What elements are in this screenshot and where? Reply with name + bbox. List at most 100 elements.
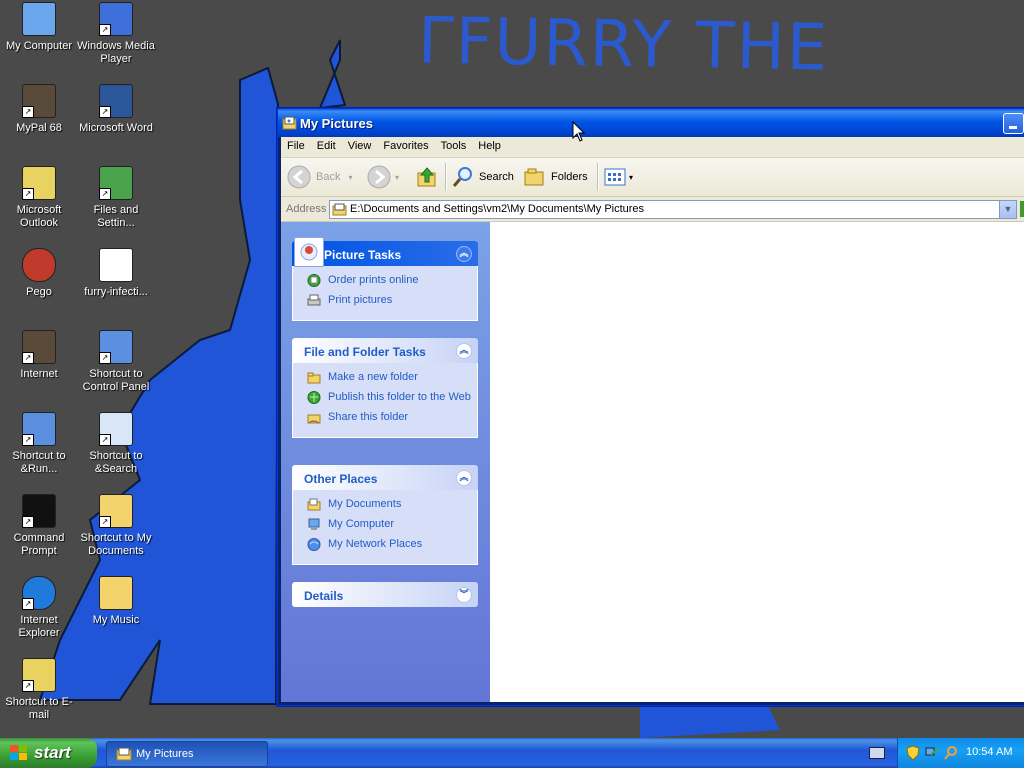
keyboard-layout-icon[interactable] — [869, 747, 885, 759]
desktop-icon-label: Shortcut to &Search — [89, 450, 143, 475]
menu-tools[interactable]: Tools — [435, 138, 473, 154]
views-button[interactable]: ▾ — [603, 164, 633, 190]
shortcut-arrow-icon: ↗ — [22, 680, 34, 692]
go-button[interactable] — [1020, 201, 1024, 217]
desktop-icon[interactable]: My Computer — [0, 2, 78, 53]
my-documents-link[interactable]: My Documents — [293, 498, 477, 511]
desktop-icon[interactable]: ↗ Command Prompt — [0, 494, 78, 558]
media-player-icon: ↗ — [99, 2, 133, 36]
desktop-icon[interactable]: ↗ Shortcut to &Run... — [0, 412, 78, 476]
address-value: E:\Documents and Settings\vm2\My Documen… — [350, 203, 645, 215]
new-folder-icon — [307, 372, 321, 384]
share-folder-link[interactable]: Share this folder — [293, 411, 477, 424]
back-button[interactable]: Back ▾ — [287, 164, 352, 190]
views-dropdown-icon: ▾ — [629, 172, 634, 182]
folders-button[interactable]: Folders — [523, 164, 588, 190]
desktop-icon-label: Microsoft Word — [79, 122, 153, 134]
shortcut-arrow-icon: ↗ — [22, 352, 34, 364]
pictures-folder-icon — [332, 203, 347, 216]
menu-help[interactable]: Help — [472, 138, 507, 154]
desktop-icon[interactable]: ↗ Microsoft Word — [77, 84, 155, 135]
printer-icon — [307, 294, 321, 306]
back-arrow-icon — [287, 165, 311, 189]
security-shield-icon[interactable] — [906, 745, 920, 761]
details-panel: Details ︾ — [292, 582, 478, 607]
desktop-icon[interactable]: ↗ Shortcut to Control Panel — [77, 330, 155, 394]
minimize-button[interactable] — [1003, 113, 1024, 134]
forward-dropdown-icon[interactable]: ▾ — [395, 173, 399, 182]
task-label: Share this folder — [328, 411, 409, 423]
address-dropdown-icon[interactable]: ▼ — [999, 201, 1016, 218]
back-dropdown-icon[interactable]: ▾ — [348, 173, 352, 182]
collapse-icon[interactable]: ︽ — [456, 470, 472, 486]
publish-folder-link[interactable]: Publish this folder to the Web — [293, 391, 477, 404]
details-header[interactable]: Details ︾ — [292, 582, 478, 607]
up-folder-button[interactable] — [415, 164, 439, 190]
expand-icon[interactable]: ︾ — [456, 587, 472, 603]
mypal-icon: ↗ — [22, 84, 56, 118]
clock[interactable]: 10:54 AM — [966, 746, 1012, 758]
explorer-window[interactable]: My Pictures File Edit View Favorites Tools He… — [277, 108, 1024, 706]
share-folder-icon — [307, 414, 321, 424]
address-input[interactable]: E:\Documents and Settings\vm2\My Documen… — [329, 200, 1017, 219]
desktop-icon[interactable]: ↗ Microsoft Outlook — [0, 166, 78, 230]
desktop-icon[interactable]: ↗ Windows Media Player — [77, 2, 155, 66]
pictures-folder-icon — [116, 747, 132, 761]
print-pictures-link[interactable]: Print pictures — [293, 294, 477, 307]
picture-tasks-header[interactable]: Picture Tasks ︽ — [292, 237, 478, 267]
my-network-places-link[interactable]: My Network Places — [293, 538, 477, 551]
order-prints-link[interactable]: Order prints online — [293, 274, 477, 287]
globe-icon — [307, 274, 321, 287]
collapse-icon[interactable]: ︽ — [456, 343, 472, 359]
menu-view[interactable]: View — [342, 138, 378, 154]
desktop-icon[interactable]: ↗ Internet Explorer — [0, 576, 78, 640]
menu-edit[interactable]: Edit — [311, 138, 342, 154]
email-icon: ↗ — [22, 658, 56, 692]
search-button[interactable]: Search — [451, 164, 514, 190]
desktop-icon[interactable]: ↗ Shortcut to My Documents — [77, 494, 155, 558]
task-label: My Documents — [328, 498, 402, 510]
desktop-icon[interactable]: ↗ Shortcut to E-mail — [0, 658, 78, 722]
file-folder-tasks-header[interactable]: File and Folder Tasks ︽ — [292, 338, 478, 363]
panel-title: Details — [304, 589, 344, 603]
internet-icon: ↗ — [22, 330, 56, 364]
image-file-icon — [99, 248, 133, 282]
menu-bar: File Edit View Favorites Tools Help — [281, 137, 1024, 158]
desktop-icon[interactable]: ↗ MyPal 68 — [0, 84, 78, 135]
collapse-icon[interactable]: ︽ — [456, 246, 472, 262]
back-label: Back — [316, 171, 341, 183]
taskbar-item-my-pictures[interactable]: My Pictures — [106, 741, 268, 767]
start-button[interactable]: start — [0, 738, 97, 768]
menu-file[interactable]: File — [281, 138, 311, 154]
desktop-icon[interactable]: ↗ Shortcut to &Search — [77, 412, 155, 476]
desktop-icon[interactable]: ↗ Internet — [0, 330, 78, 381]
desktop-icon-label: Windows Media Player — [77, 40, 155, 65]
my-computer-icon — [22, 2, 56, 36]
my-computer-link[interactable]: My Computer — [293, 518, 477, 531]
file-list-area[interactable] — [490, 222, 1024, 702]
desktop-icon[interactable]: furry-infecti... — [77, 248, 155, 299]
file-folder-tasks-panel: File and Folder Tasks ︽ Make a new folde… — [292, 338, 478, 438]
menu-favorites[interactable]: Favorites — [377, 138, 434, 154]
panel-title: Picture Tasks — [324, 248, 402, 262]
shortcut-arrow-icon: ↗ — [22, 106, 34, 118]
make-new-folder-link[interactable]: Make a new folder — [293, 371, 477, 384]
network-tray-icon[interactable] — [925, 745, 939, 761]
search-icon — [452, 167, 472, 187]
other-places-header[interactable]: Other Places ︽ — [292, 465, 478, 490]
run-icon: ↗ — [22, 412, 56, 446]
desktop-icon[interactable]: ↗ Files and Settin... — [77, 166, 155, 230]
mouse-cursor-icon — [572, 121, 586, 142]
search-tray-icon[interactable] — [944, 745, 958, 761]
panel-title: File and Folder Tasks — [304, 345, 426, 359]
shortcut-arrow-icon: ↗ — [22, 598, 34, 610]
forward-button[interactable]: ▾ — [367, 164, 399, 190]
files-settings-icon: ↗ — [99, 166, 133, 200]
desktop-icon[interactable]: My Music — [77, 576, 155, 627]
desktop-icon[interactable]: Pego — [0, 248, 78, 299]
task-label: Print pictures — [328, 294, 393, 306]
music-folder-icon — [99, 576, 133, 610]
wallpaper-text: ΓFURRY THE — [417, 4, 830, 86]
toolbar: Back ▾ ▾ Search Folders ▾ — [281, 158, 1024, 197]
title-bar[interactable]: My Pictures — [278, 109, 1024, 137]
